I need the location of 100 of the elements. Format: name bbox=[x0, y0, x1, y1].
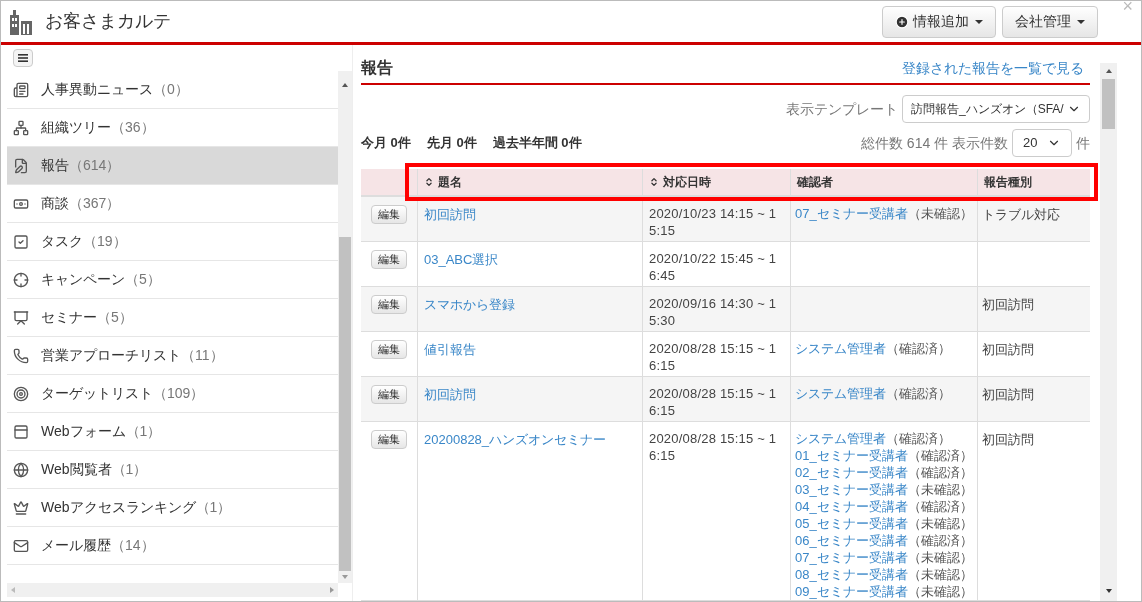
report-title-link[interactable]: 値引報告 bbox=[424, 342, 476, 357]
scrollbar-thumb[interactable] bbox=[1102, 79, 1115, 129]
datetime-cell-text: 2020/10/23 14:15 ~ 15:15 bbox=[649, 205, 778, 239]
company-menu-button[interactable]: 会社管理 bbox=[1002, 5, 1099, 38]
item-label: 人事異動ニュース bbox=[41, 81, 153, 97]
item-count: （1） bbox=[125, 423, 162, 439]
column-header: 確認者 bbox=[790, 169, 977, 195]
document-pen-icon bbox=[13, 157, 29, 174]
sort-icon bbox=[424, 177, 434, 187]
presentation-icon bbox=[13, 309, 29, 326]
report-title-link[interactable]: 初回訪問 bbox=[424, 207, 476, 222]
page-size-select[interactable]: 20 bbox=[1012, 129, 1072, 157]
reviewer-link[interactable]: 09_セミナー受講者 bbox=[795, 584, 908, 599]
edit-button[interactable]: 編集 bbox=[371, 205, 407, 224]
horizontal-scrollbar[interactable] bbox=[7, 583, 338, 597]
reviewer-link[interactable]: システム管理者 bbox=[795, 431, 886, 446]
item-count: （109） bbox=[153, 385, 205, 401]
reviewer-link[interactable]: 01_セミナー受講者 bbox=[795, 448, 908, 463]
item-count: （1） bbox=[195, 499, 232, 515]
reviewer-link[interactable]: 02_セミナー受講者 bbox=[795, 465, 908, 480]
target-icon bbox=[13, 385, 29, 402]
item-count: （367） bbox=[69, 195, 121, 211]
scroll-up-icon bbox=[342, 83, 348, 87]
reviewer-link[interactable]: 08_セミナー受講者 bbox=[795, 567, 908, 582]
phone-icon bbox=[13, 347, 29, 364]
menu-icon bbox=[18, 54, 28, 62]
report-type: トラブル対応 bbox=[982, 207, 1060, 222]
template-select[interactable]: 訪問報告_ハンズオン（SFA/ bbox=[902, 95, 1090, 123]
item-count: （36） bbox=[111, 119, 155, 135]
item-label: タスク bbox=[41, 233, 83, 249]
item-label: 組織ツリー bbox=[41, 119, 111, 135]
datetime-cell-text: 2020/08/28 15:15 ~ 16:15 bbox=[649, 340, 778, 374]
item-count: （614） bbox=[69, 157, 121, 173]
edit-button[interactable]: 編集 bbox=[371, 385, 407, 404]
add-info-button[interactable]: 情報追加 bbox=[882, 5, 997, 38]
column-header[interactable]: 題名 bbox=[417, 169, 642, 195]
caret-icon bbox=[1077, 19, 1086, 24]
reviewer-link[interactable]: 06_セミナー受講者 bbox=[795, 533, 908, 548]
list-all-link[interactable]: 登録された報告を一覧で見る bbox=[902, 57, 1084, 79]
report-type: 初回訪問 bbox=[982, 297, 1034, 312]
reviewer-link[interactable]: 03_セミナー受講者 bbox=[795, 482, 908, 497]
report-type: 初回訪問 bbox=[982, 432, 1034, 447]
item-count: （0） bbox=[153, 81, 189, 97]
report-title-link[interactable]: 20200828_ハンズオンセミナー bbox=[424, 432, 607, 447]
report-type: 初回訪問 bbox=[982, 342, 1034, 357]
review-status: （確認済） bbox=[907, 465, 973, 480]
reviewer-link[interactable]: システム管理者 bbox=[795, 341, 886, 356]
review-status: （未確認） bbox=[907, 206, 973, 221]
review-status: （確認済） bbox=[907, 533, 973, 548]
review-status: （確認済） bbox=[886, 386, 951, 401]
crown-icon bbox=[13, 499, 29, 516]
review-status: （未確認） bbox=[907, 584, 973, 599]
globe-icon bbox=[13, 461, 29, 478]
column-header: 報告種別 bbox=[977, 169, 1090, 195]
review-status: （未確認） bbox=[907, 516, 973, 531]
review-status: （確認済） bbox=[907, 499, 973, 514]
item-count: （1） bbox=[111, 461, 148, 477]
caret-icon bbox=[975, 19, 984, 24]
review-status: （未確認） bbox=[907, 482, 973, 497]
item-count: （14） bbox=[111, 537, 155, 553]
sidebar-item[interactable]: 報告（614） bbox=[7, 147, 338, 185]
report-title-link[interactable]: スマホから登録 bbox=[424, 297, 515, 312]
total-count: 総件数 614 件 表示件数 bbox=[860, 133, 1008, 153]
scroll-right-icon bbox=[330, 587, 334, 593]
reviewer-link[interactable]: システム管理者 bbox=[795, 386, 886, 401]
template-label: 表示テンプレート bbox=[786, 99, 898, 119]
form-icon bbox=[13, 423, 29, 440]
org-chart-icon bbox=[13, 119, 29, 136]
newspaper-icon bbox=[13, 81, 29, 98]
item-label: ターゲットリスト bbox=[41, 385, 153, 401]
reviewer-link[interactable]: 05_セミナー受講者 bbox=[795, 516, 908, 531]
scroll-left-icon bbox=[11, 587, 15, 593]
menu-toggle-button[interactable] bbox=[13, 49, 33, 67]
review-status: （未確認） bbox=[907, 567, 973, 582]
review-status: （未確認） bbox=[907, 550, 973, 565]
item-label: Webアクセスランキング bbox=[41, 499, 196, 515]
review-status: （確認済） bbox=[886, 341, 951, 356]
reviewer-link[interactable]: 07_セミナー受講者 bbox=[795, 206, 908, 221]
vertical-scrollbar[interactable] bbox=[1100, 63, 1117, 601]
item-label: Webフォーム bbox=[41, 423, 126, 439]
report-type: 初回訪問 bbox=[982, 387, 1034, 402]
report-title-link[interactable]: 初回訪問 bbox=[424, 387, 476, 402]
report-title-link[interactable]: 03_ABC選択 bbox=[424, 252, 499, 267]
item-label: メール履歴 bbox=[41, 537, 111, 553]
item-label: 営業アプローチリスト bbox=[41, 347, 181, 363]
crosshair-icon bbox=[13, 271, 29, 288]
item-label: 報告 bbox=[41, 157, 69, 173]
edit-button[interactable]: 編集 bbox=[371, 340, 407, 359]
datetime-cell-text: 2020/10/22 15:45 ~ 16:45 bbox=[649, 250, 778, 284]
scrollbar-thumb[interactable] bbox=[339, 237, 351, 571]
period-count: 先月 0件 bbox=[426, 134, 477, 153]
section-title: 報告 bbox=[361, 58, 393, 78]
scroll-down-icon bbox=[1105, 589, 1112, 593]
column-header[interactable]: 対応日時 bbox=[642, 169, 790, 195]
edit-button[interactable]: 編集 bbox=[371, 430, 407, 449]
reviewer-link[interactable]: 07_セミナー受講者 bbox=[795, 550, 908, 565]
vertical-scrollbar[interactable] bbox=[338, 71, 352, 583]
reviewer-link[interactable]: 04_セミナー受講者 bbox=[795, 499, 908, 514]
edit-button[interactable]: 編集 bbox=[371, 250, 407, 269]
edit-button[interactable]: 編集 bbox=[371, 295, 407, 314]
